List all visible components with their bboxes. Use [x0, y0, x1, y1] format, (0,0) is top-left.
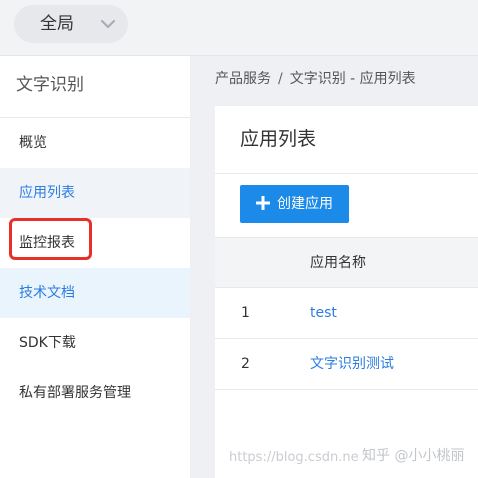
table-row: 1 test [215, 288, 478, 339]
sidebar-item-overview[interactable]: 概览 [0, 118, 190, 168]
breadcrumb-current: 文字识别 - 应用列表 [289, 71, 416, 87]
breadcrumb-separator: / [278, 71, 283, 87]
plus-icon [256, 196, 270, 210]
sidebar-item-monitoring-reports[interactable]: 监控报表 [0, 218, 190, 268]
sidebar-item-label: 应用列表 [19, 185, 75, 201]
page-title: 应用列表 [240, 128, 317, 150]
region-select[interactable]: 全局 [14, 5, 128, 43]
row-index: 2 [241, 356, 250, 372]
sidebar-item-label: 概览 [19, 135, 47, 151]
chevron-down-icon [100, 19, 116, 29]
app-list-panel: 应用列表 创建应用 应用名称 1 test 2 文字识别测试 [215, 106, 478, 478]
sidebar-item-private-deployment[interactable]: 私有部署服务管理 [0, 368, 190, 418]
panel-divider [215, 173, 478, 174]
region-label: 全局 [40, 14, 74, 34]
sidebar-item-label: 技术文档 [19, 285, 75, 301]
row-index: 1 [241, 305, 250, 321]
sidebar-item-label: 私有部署服务管理 [19, 385, 131, 401]
table-header: 应用名称 [215, 237, 478, 288]
sidebar: 文字识别 概览 应用列表 监控报表 技术文档 SDK下载 私有部署服务管理 [0, 56, 190, 478]
sidebar-item-label: 监控报表 [19, 235, 75, 251]
create-app-label: 创建应用 [277, 196, 333, 212]
sidebar-item-label: SDK下载 [19, 335, 76, 351]
sidebar-item-sdk-download[interactable]: SDK下载 [0, 318, 190, 368]
sidebar-item-app-list[interactable]: 应用列表 [0, 168, 190, 218]
app-name-link[interactable]: test [310, 303, 337, 323]
breadcrumb-link-products[interactable]: 产品服务 [215, 71, 271, 87]
sidebar-title: 文字识别 [16, 75, 84, 95]
create-app-button[interactable]: 创建应用 [240, 185, 349, 223]
breadcrumb: 产品服务 / 文字识别 - 应用列表 [215, 69, 416, 89]
table-row: 2 文字识别测试 [215, 339, 478, 390]
app-name-link[interactable]: 文字识别测试 [310, 354, 394, 374]
sidebar-item-tech-docs[interactable]: 技术文档 [0, 268, 190, 318]
top-bar: 全局 [0, 0, 478, 56]
column-header-app-name: 应用名称 [310, 255, 366, 271]
